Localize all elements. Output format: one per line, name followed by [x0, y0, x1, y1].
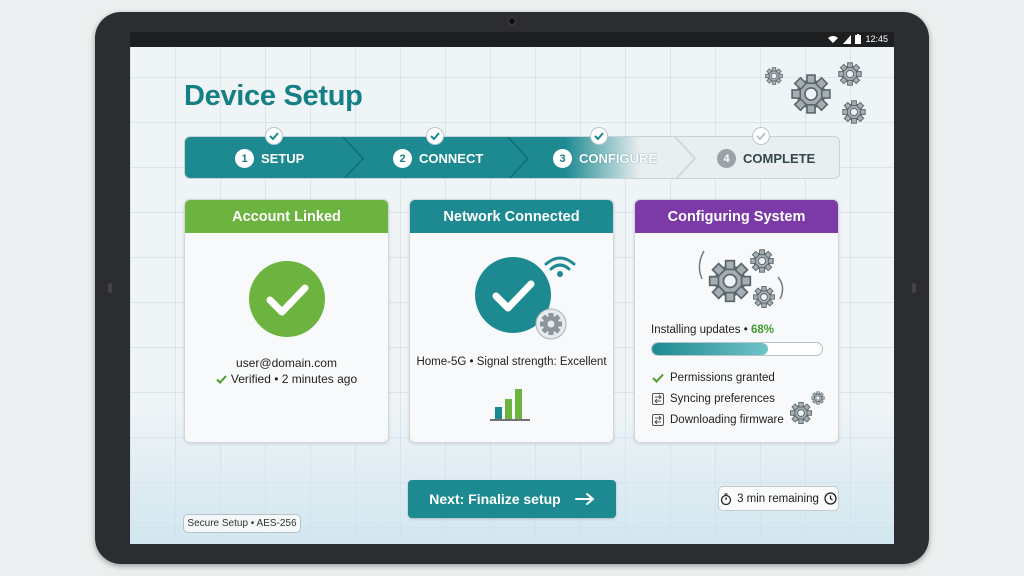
task-permissions: Permissions granted — [652, 372, 775, 384]
page-title: Device Setup — [184, 80, 363, 112]
step-number: 4 — [717, 149, 736, 168]
configuring-gears-icon — [698, 249, 784, 309]
update-progress-bar — [651, 342, 823, 356]
check-icon — [752, 127, 770, 145]
next-button-label: Next: Finalize setup — [429, 491, 561, 507]
progress-fill — [652, 343, 768, 355]
battery-icon — [855, 34, 862, 44]
check-icon — [265, 127, 283, 145]
task-firmware: Downloading firmware — [652, 414, 784, 426]
download-icon — [652, 414, 664, 426]
signal-icon — [843, 34, 852, 44]
small-gears-icon — [789, 391, 825, 425]
progress-text: Installing updates • 68% — [651, 324, 774, 336]
check-icon — [216, 374, 227, 384]
step-number: 1 — [235, 149, 254, 168]
task-label: Downloading firmware — [670, 414, 784, 426]
arrow-right-icon — [574, 493, 594, 505]
next-finalize-button[interactable]: Next: Finalize setup — [408, 480, 616, 518]
clock-icon — [824, 492, 837, 505]
wifi-icon — [828, 35, 839, 43]
setup-stepper: 1 SETUP 2 CONNECT 3 CONFIGURE 4 COMPLETE — [184, 136, 840, 179]
account-email: user@domain.com — [236, 356, 337, 370]
progress-label: Installing updates • — [651, 324, 751, 336]
sync-icon — [652, 393, 664, 405]
step-label: SETUP — [261, 151, 305, 166]
status-time: 12:45 — [865, 34, 888, 44]
timer-icon — [720, 492, 732, 505]
side-button-left — [108, 283, 112, 293]
network-connected-icon — [475, 256, 576, 340]
step-label: COMPLETE — [743, 151, 816, 166]
card-title: Network Connected — [410, 200, 613, 233]
settings-gear-icon — [535, 308, 567, 340]
check-icon — [590, 127, 608, 145]
task-label: Permissions granted — [670, 372, 775, 384]
check-icon — [426, 127, 444, 145]
account-verified: Verified • 2 minutes ago — [185, 372, 388, 386]
success-check-icon — [249, 261, 325, 337]
side-button-right — [912, 283, 916, 293]
screen: 12:45 Device Setup 1 SETUP 2 CONNECT 3 C… — [130, 32, 894, 544]
gears-decoration-icon — [765, 62, 866, 124]
wifi-icon — [544, 256, 576, 271]
network-card: Network Connected Home-5G • Signal stren… — [409, 199, 614, 443]
step-label: CONFIGURE — [579, 151, 657, 166]
card-title: Configuring System — [635, 200, 838, 233]
progress-percent: 68% — [750, 324, 774, 336]
step-label: CONNECT — [419, 151, 484, 166]
network-info: Home-5G • Signal strength: Excellent — [416, 356, 607, 368]
verified-text: Verified • 2 minutes ago — [230, 372, 358, 386]
card-title: Account Linked — [185, 200, 388, 233]
time-remaining-badge: 3 min remaining — [718, 486, 839, 511]
step-number: 2 — [393, 149, 412, 168]
front-camera — [508, 17, 516, 25]
status-bar: 12:45 — [130, 32, 894, 47]
time-remaining-text: 3 min remaining — [737, 492, 819, 505]
step-number: 3 — [553, 149, 572, 168]
signal-bars-icon — [490, 389, 530, 421]
task-syncing: Syncing preferences — [652, 393, 775, 405]
task-label: Syncing preferences — [670, 393, 775, 405]
account-card: Account Linked user@domain.com Verified … — [184, 199, 389, 443]
secure-setup-badge: Secure Setup • AES-256 — [183, 514, 301, 533]
check-icon — [652, 373, 664, 383]
step-configure[interactable]: 3 CONFIGURE — [553, 137, 657, 178]
system-card: Configuring System Installing updates • … — [634, 199, 839, 443]
